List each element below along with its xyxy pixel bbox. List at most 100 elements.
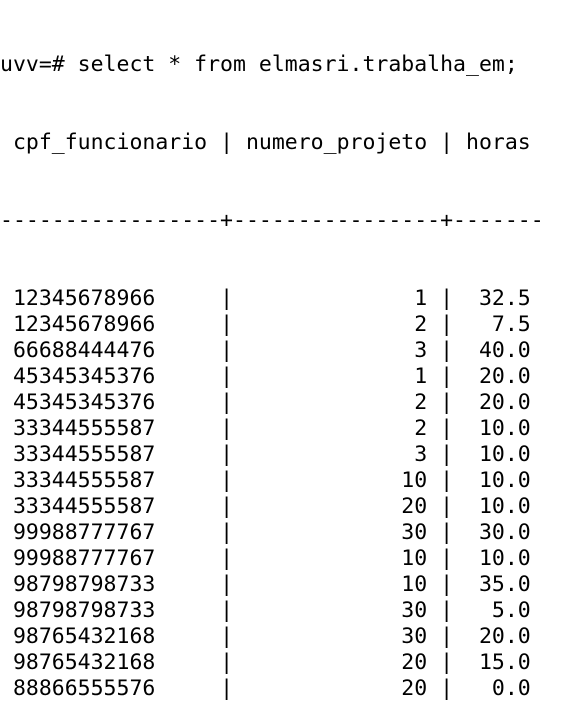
- table-cell-horas: 7.5: [453, 312, 544, 337]
- column-separator: |: [440, 676, 454, 701]
- table-cell-cpf-funcionario: 12345678966: [0, 286, 221, 311]
- result-rows: 12345678966 | 1 | 32.5 12345678966 | 2 |…: [0, 286, 579, 702]
- table-cell-horas: 30.0: [453, 520, 544, 545]
- table-cell-horas: 15.0: [453, 650, 544, 675]
- column-separator: |: [440, 364, 454, 389]
- table-cell-cpf-funcionario: 45345345376: [0, 390, 221, 415]
- table-cell-horas: 32.5: [453, 286, 544, 311]
- table-cell-horas: 20.0: [453, 364, 544, 389]
- table-cell-cpf-funcionario: 12345678966: [0, 312, 221, 337]
- column-separator: |: [440, 650, 454, 675]
- column-separator: |: [440, 546, 454, 571]
- column-separator: |: [440, 442, 454, 467]
- column-separator: |: [440, 338, 454, 363]
- table-row: 98798798733 | 30 | 5.0: [0, 598, 579, 624]
- column-separator: |: [440, 494, 454, 519]
- table-row: 33344555587 | 20 | 10.0: [0, 494, 579, 520]
- table-cell-horas: 10.0: [453, 416, 544, 441]
- table-cell-numero-projeto: 2: [233, 312, 441, 337]
- table-cell-cpf-funcionario: 33344555587: [0, 416, 221, 441]
- column-separator: |: [220, 442, 234, 467]
- table-cell-horas: 10.0: [453, 494, 544, 519]
- column-separator: |: [220, 520, 234, 545]
- table-row: 12345678966 | 1 | 32.5: [0, 286, 579, 312]
- column-separator: |: [220, 364, 234, 389]
- column-separator: |: [220, 598, 234, 623]
- table-cell-horas: 40.0: [453, 338, 544, 363]
- column-separator: |: [220, 494, 234, 519]
- col-header-numero-projeto: numero_projeto: [233, 130, 441, 155]
- table-cell-horas: 10.0: [453, 546, 544, 571]
- column-separator: |: [440, 572, 454, 597]
- table-cell-cpf-funcionario: 88866555576: [0, 676, 221, 701]
- column-separator: |: [440, 520, 454, 545]
- table-cell-cpf-funcionario: 98765432168: [0, 624, 221, 649]
- column-separator: |: [440, 390, 454, 415]
- table-cell-numero-projeto: 20: [233, 494, 441, 519]
- table-row: 99988777767 | 30 | 30.0: [0, 520, 579, 546]
- column-separator: |: [220, 312, 234, 337]
- table-row: 33344555587 | 3 | 10.0: [0, 442, 579, 468]
- column-separator: |: [220, 130, 234, 155]
- table-cell-horas: 20.0: [453, 390, 544, 415]
- table-cell-cpf-funcionario: 98765432168: [0, 650, 221, 675]
- column-separator: |: [220, 546, 234, 571]
- table-row: 45345345376 | 2 | 20.0: [0, 390, 579, 416]
- column-separator: |: [440, 598, 454, 623]
- table-cell-numero-projeto: 30: [233, 624, 441, 649]
- table-cell-numero-projeto: 2: [233, 416, 441, 441]
- table-row: 88866555576 | 20 | 0.0: [0, 676, 579, 702]
- table-cell-cpf-funcionario: 98798798733: [0, 572, 221, 597]
- table-cell-numero-projeto: 2: [233, 390, 441, 415]
- table-cell-numero-projeto: 30: [233, 520, 441, 545]
- column-separator: |: [220, 468, 234, 493]
- table-row: 98798798733 | 10 | 35.0: [0, 572, 579, 598]
- table-cell-cpf-funcionario: 45345345376: [0, 364, 221, 389]
- table-cell-numero-projeto: 20: [233, 650, 441, 675]
- table-cell-numero-projeto: 3: [233, 338, 441, 363]
- table-divider: -----------------+----------------+-----…: [0, 208, 544, 233]
- table-cell-numero-projeto: 1: [233, 364, 441, 389]
- column-separator: |: [220, 624, 234, 649]
- table-cell-numero-projeto: 3: [233, 442, 441, 467]
- table-header-row: cpf_funcionario | numero_projeto | horas: [0, 130, 579, 156]
- table-cell-cpf-funcionario: 99988777767: [0, 520, 221, 545]
- column-separator: |: [220, 286, 234, 311]
- table-cell-horas: 0.0: [453, 676, 544, 701]
- table-cell-cpf-funcionario: 98798798733: [0, 598, 221, 623]
- table-cell-numero-projeto: 30: [233, 598, 441, 623]
- table-cell-numero-projeto: 1: [233, 286, 441, 311]
- table-row: 99988777767 | 10 | 10.0: [0, 546, 579, 572]
- column-separator: |: [440, 468, 454, 493]
- table-row: 33344555587 | 2 | 10.0: [0, 416, 579, 442]
- column-separator: |: [220, 338, 234, 363]
- table-row: 45345345376 | 1 | 20.0: [0, 364, 579, 390]
- column-separator: |: [440, 624, 454, 649]
- column-separator: |: [220, 650, 234, 675]
- table-cell-numero-projeto: 10: [233, 572, 441, 597]
- column-separator: |: [440, 130, 454, 155]
- table-cell-numero-projeto: 10: [233, 546, 441, 571]
- table-cell-numero-projeto: 10: [233, 468, 441, 493]
- table-cell-cpf-funcionario: 66688444476: [0, 338, 221, 363]
- table-cell-horas: 5.0: [453, 598, 544, 623]
- table-cell-horas: 10.0: [453, 468, 544, 493]
- table-cell-cpf-funcionario: 33344555587: [0, 494, 221, 519]
- table-cell-cpf-funcionario: 33344555587: [0, 442, 221, 467]
- table-row: 98765432168 | 20 | 15.0: [0, 650, 579, 676]
- terminal-window[interactable]: uvv=# select * from elmasri.trabalha_em;…: [0, 0, 579, 701]
- column-separator: |: [440, 312, 454, 337]
- sql-command: select * from elmasri.trabalha_em;: [77, 52, 518, 77]
- column-separator: |: [440, 416, 454, 441]
- col-header-cpf: cpf_funcionario: [0, 130, 221, 155]
- table-cell-cpf-funcionario: 33344555587: [0, 468, 221, 493]
- table-row: 12345678966 | 2 | 7.5: [0, 312, 579, 338]
- column-separator: |: [220, 390, 234, 415]
- column-separator: |: [220, 572, 234, 597]
- table-cell-numero-projeto: 20: [233, 676, 441, 701]
- table-row: 66688444476 | 3 | 40.0: [0, 338, 579, 364]
- table-cell-horas: 35.0: [453, 572, 544, 597]
- table-cell-cpf-funcionario: 99988777767: [0, 546, 221, 571]
- column-separator: |: [440, 286, 454, 311]
- table-row: 33344555587 | 10 | 10.0: [0, 468, 579, 494]
